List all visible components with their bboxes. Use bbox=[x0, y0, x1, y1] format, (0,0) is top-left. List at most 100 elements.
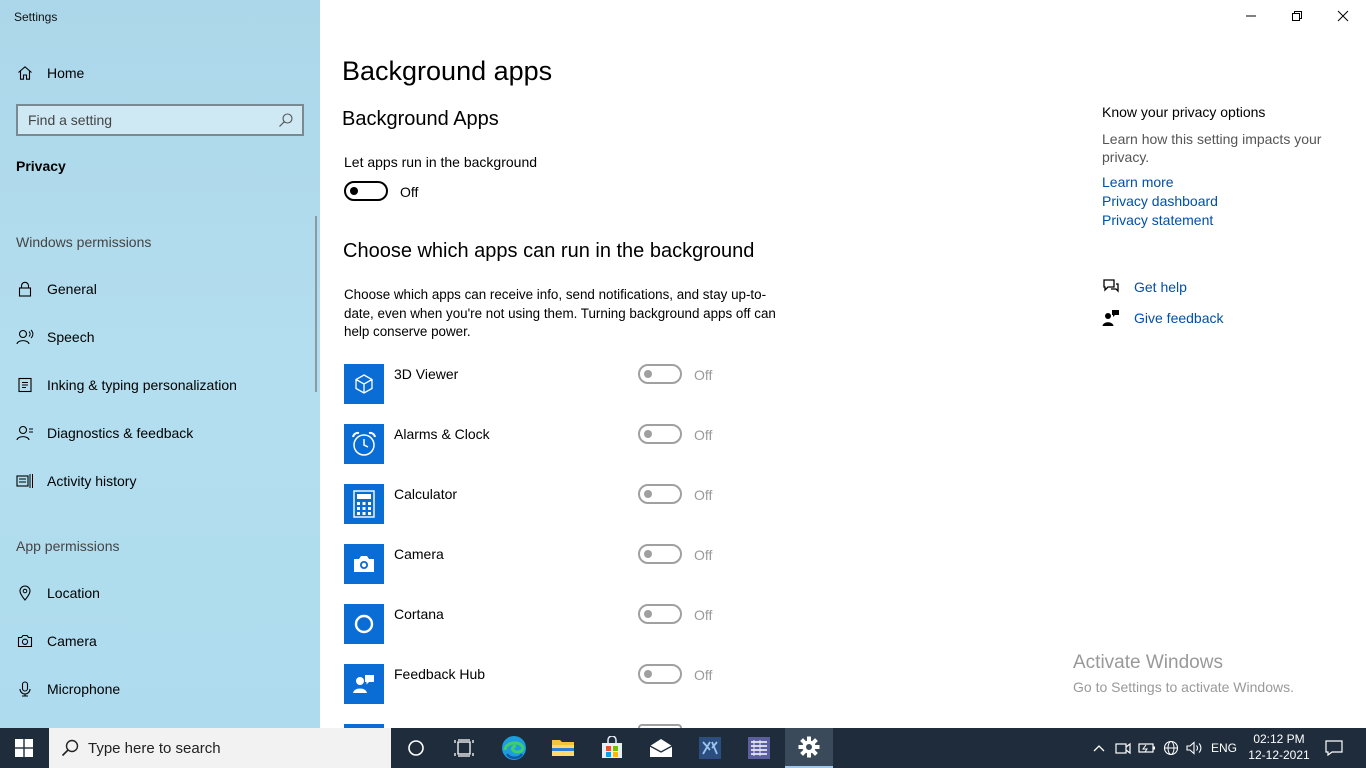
task-view-button[interactable] bbox=[440, 728, 488, 768]
master-background-toggle[interactable] bbox=[344, 181, 388, 201]
state-cortana: Off bbox=[694, 607, 713, 623]
app-row-3d-viewer: 3D Viewer Off bbox=[344, 364, 744, 404]
mail-button[interactable] bbox=[637, 728, 685, 768]
app-row-camera: Camera Off bbox=[344, 544, 744, 584]
toggle-cortana[interactable] bbox=[638, 604, 682, 624]
section-title: Background Apps bbox=[342, 108, 499, 130]
close-icon bbox=[1337, 10, 1349, 22]
taskbar-search-box[interactable]: Type here to search bbox=[49, 728, 391, 768]
restore-button[interactable] bbox=[1274, 0, 1320, 32]
close-button[interactable] bbox=[1320, 0, 1366, 32]
nav-activity-history[interactable]: Activity history bbox=[0, 461, 316, 501]
find-setting-input[interactable] bbox=[18, 112, 268, 128]
nav-diagnostics-feedback[interactable]: Diagnostics & feedback bbox=[0, 413, 316, 453]
toggle-feedback-hub[interactable] bbox=[638, 664, 682, 684]
start-button[interactable] bbox=[0, 728, 48, 768]
nav-location[interactable]: Location bbox=[0, 573, 316, 613]
restore-icon bbox=[1292, 11, 1302, 21]
action-center-button[interactable] bbox=[1320, 728, 1348, 768]
cortana-taskbar-button[interactable] bbox=[392, 728, 440, 768]
nav-inking-typing[interactable]: Inking & typing personalization bbox=[0, 365, 316, 405]
toggle-calculator[interactable] bbox=[638, 484, 682, 504]
nav-microphone[interactable]: Microphone bbox=[0, 669, 316, 709]
meet-now-icon bbox=[1115, 742, 1131, 755]
state-alarms-clock: Off bbox=[694, 427, 713, 443]
get-help-link[interactable]: Get help bbox=[1102, 277, 1302, 299]
app-name-cortana: Cortana bbox=[394, 606, 444, 622]
microphone-icon bbox=[16, 680, 34, 698]
home-icon bbox=[16, 64, 34, 82]
store-button[interactable] bbox=[588, 728, 636, 768]
get-help-icon bbox=[1102, 278, 1120, 296]
camera-app-icon bbox=[344, 544, 384, 584]
minimize-icon bbox=[1246, 15, 1256, 17]
minimize-button[interactable] bbox=[1228, 0, 1274, 32]
language-indicator[interactable]: ENG bbox=[1208, 728, 1240, 768]
diagnostics-icon bbox=[16, 424, 34, 442]
app-name-calculator: Calculator bbox=[394, 486, 458, 502]
network-globe-icon bbox=[1163, 740, 1179, 756]
watermark-line2: Go to Settings to activate Windows. bbox=[1073, 679, 1294, 695]
taskbar-search-icon bbox=[61, 739, 79, 757]
toggle-camera[interactable] bbox=[638, 544, 682, 564]
calculator-icon bbox=[344, 484, 384, 524]
alarm-clock-icon bbox=[344, 424, 384, 464]
nav-inking-typing-label: Inking & typing personalization bbox=[47, 377, 237, 393]
privacy-dashboard-link[interactable]: Privacy dashboard bbox=[1102, 193, 1218, 209]
speaker-icon bbox=[1186, 741, 1202, 755]
app-row-alarms-clock: Alarms & Clock Off bbox=[344, 424, 744, 464]
state-3d-viewer: Off bbox=[694, 367, 713, 383]
find-setting-search bbox=[16, 104, 304, 136]
give-feedback-link[interactable]: Give feedback bbox=[1102, 308, 1302, 330]
sidebar-scrollbar[interactable] bbox=[315, 216, 317, 392]
mail-icon bbox=[649, 739, 673, 757]
edge-icon bbox=[502, 736, 526, 760]
taskbar-clock[interactable]: 02:12 PM 12-12-2021 bbox=[1246, 731, 1312, 763]
main-content: Background apps Background Apps Let apps… bbox=[320, 0, 1366, 738]
search-icon[interactable] bbox=[278, 112, 294, 128]
settings-taskbar-button[interactable] bbox=[785, 728, 833, 768]
volume-tray-button[interactable] bbox=[1184, 728, 1206, 768]
nav-general[interactable]: General bbox=[0, 269, 316, 309]
nav-microphone-label: Microphone bbox=[47, 681, 121, 697]
section-privacy: Privacy bbox=[16, 158, 66, 174]
state-calculator: Off bbox=[694, 487, 713, 503]
toggle-alarms-clock[interactable] bbox=[638, 424, 682, 444]
edge-taskbar-button[interactable] bbox=[490, 728, 538, 768]
feedback-hub-icon bbox=[344, 664, 384, 704]
store-icon bbox=[602, 736, 622, 758]
file-explorer-button[interactable] bbox=[539, 728, 587, 768]
nav-home[interactable]: Home bbox=[0, 53, 316, 93]
clock-time: 02:12 PM bbox=[1253, 732, 1305, 746]
show-hidden-icons-button[interactable] bbox=[1088, 728, 1110, 768]
3d-viewer-icon bbox=[344, 364, 384, 404]
chevron-up-icon bbox=[1093, 745, 1105, 752]
nav-diagnostics-feedback-label: Diagnostics & feedback bbox=[47, 425, 194, 441]
pinned-app-2-button[interactable] bbox=[735, 728, 783, 768]
privacy-statement-link[interactable]: Privacy statement bbox=[1102, 212, 1213, 228]
lock-icon bbox=[16, 280, 34, 298]
give-feedback-label: Give feedback bbox=[1134, 310, 1224, 326]
nav-activity-history-label: Activity history bbox=[47, 473, 137, 489]
cortana-icon bbox=[344, 604, 384, 644]
network-tray-button[interactable] bbox=[1160, 728, 1182, 768]
meet-now-tray-button[interactable] bbox=[1112, 728, 1134, 768]
get-help-label: Get help bbox=[1134, 279, 1187, 295]
app-name-alarms-clock: Alarms & Clock bbox=[394, 426, 490, 442]
location-icon bbox=[16, 584, 34, 602]
app-row-cortana: Cortana Off bbox=[344, 604, 744, 644]
pinned-app-1-button[interactable] bbox=[686, 728, 734, 768]
settings-gear-icon bbox=[798, 736, 820, 758]
nav-speech[interactable]: Speech bbox=[0, 317, 316, 357]
activity-history-icon bbox=[16, 472, 34, 490]
nav-camera[interactable]: Camera bbox=[0, 621, 316, 661]
learn-more-link[interactable]: Learn more bbox=[1102, 174, 1174, 190]
vscode-like-icon bbox=[699, 737, 721, 759]
app-row-calculator: Calculator Off bbox=[344, 484, 744, 524]
battery-tray-button[interactable] bbox=[1136, 728, 1158, 768]
choose-apps-description: Choose which apps can receive info, send… bbox=[344, 287, 776, 339]
toggle-3d-viewer[interactable] bbox=[638, 364, 682, 384]
nav-general-label: General bbox=[47, 281, 97, 297]
nav-location-label: Location bbox=[47, 585, 100, 601]
app-row-feedback-hub: Feedback Hub Off bbox=[344, 664, 744, 704]
